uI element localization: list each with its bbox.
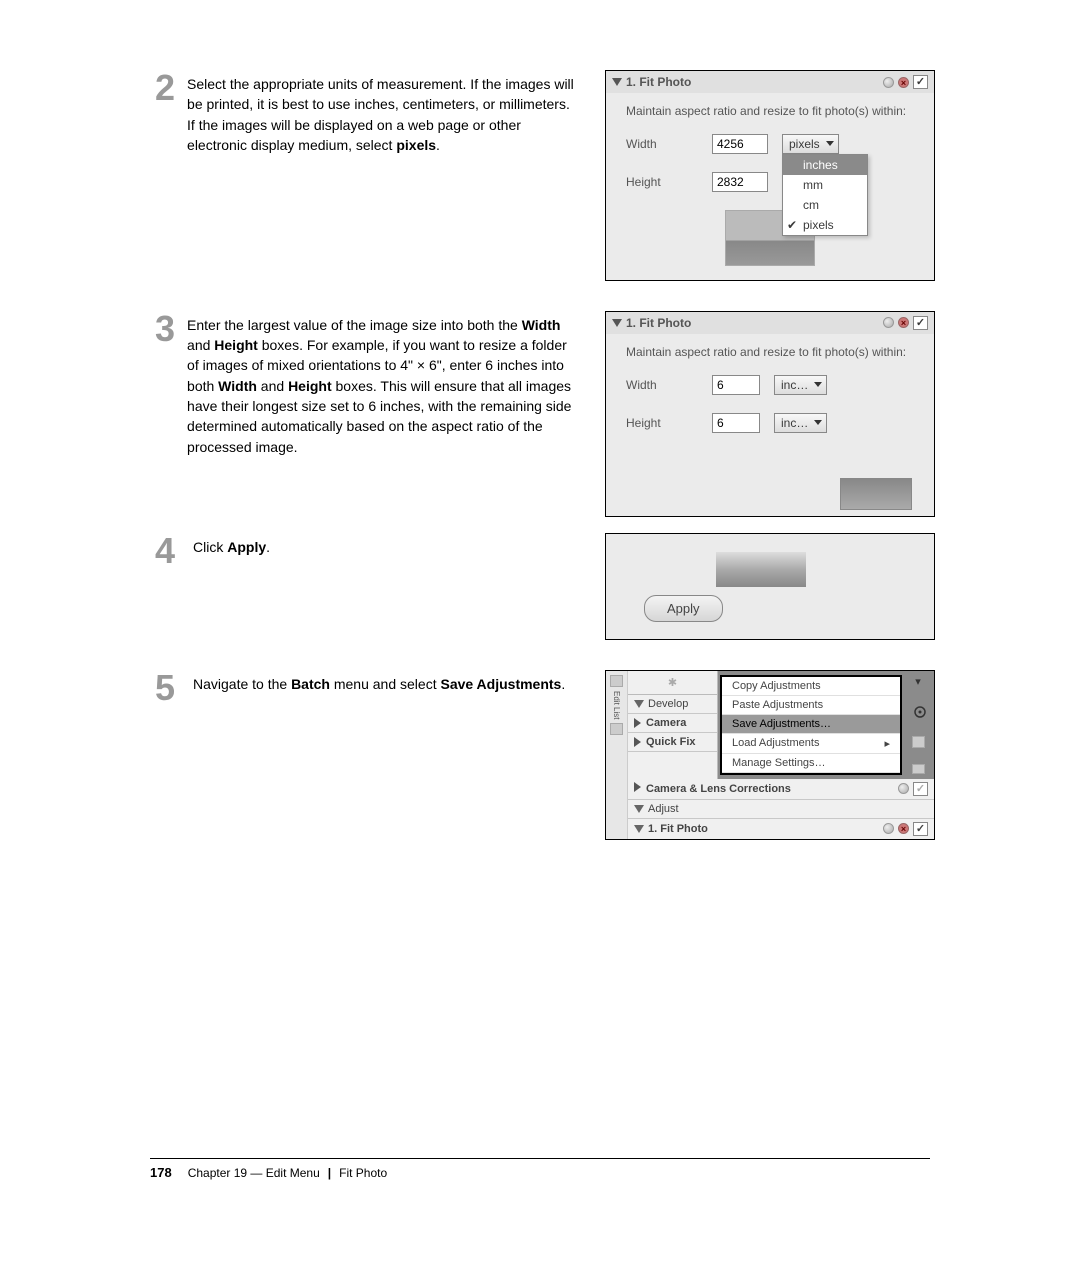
enable-checkbox[interactable]: ✓ (913, 75, 928, 89)
height-label: Height (626, 416, 712, 430)
section-label: Fit Photo (339, 1166, 387, 1180)
fit-photo-panel: 1. Fit Photo × ✓ Maintain aspect ratio a… (605, 70, 935, 281)
step-3: 3 Enter the largest value of the image s… (155, 311, 935, 517)
disclosure-triangle-icon[interactable] (612, 78, 622, 86)
sidebar-icon[interactable] (610, 675, 623, 687)
apply-button[interactable]: Apply (644, 595, 723, 622)
menu-load-adjustments[interactable]: Load Adjustments▸ (722, 734, 900, 754)
fit-photo-panel: 1. Fit Photo × ✓ Maintain aspect ratio a… (605, 311, 935, 517)
unit-dropdown[interactable]: pixels (782, 134, 839, 154)
menu-copy-adjustments[interactable]: Copy Adjustments (722, 677, 900, 696)
step-number: 2 (155, 70, 175, 106)
width-label: Width (626, 378, 712, 392)
corrections-section[interactable]: Camera & Lens Corrections ✓ (628, 779, 934, 800)
step-2: 2 Select the appropriate units of measur… (155, 70, 935, 281)
camera-section[interactable]: Camera (628, 714, 717, 733)
enable-checkbox[interactable]: ✓ (913, 316, 928, 330)
step-4: 4 Click Apply. Apply (155, 533, 935, 640)
chevron-down-icon (814, 382, 822, 387)
chapter-label: Chapter 19 — Edit Menu (188, 1166, 320, 1180)
dropdown-item-inches[interactable]: inches (783, 155, 867, 175)
step-text: Navigate to the Batch menu and select Sa… (193, 670, 565, 694)
step-number: 5 (155, 670, 181, 706)
sidebar-icon[interactable] (610, 723, 623, 735)
menu-manage-settings[interactable]: Manage Settings… (722, 754, 900, 773)
width-input[interactable] (712, 134, 768, 154)
panel-title: 1. Fit Photo (626, 75, 883, 89)
adjust-section[interactable]: Adjust (628, 800, 934, 819)
close-icon[interactable]: × (898, 823, 909, 834)
page-number: 178 (150, 1165, 172, 1180)
gear-icon[interactable] (912, 704, 928, 720)
sidebar-icons: Edit List (606, 671, 628, 839)
unit-dropdown[interactable]: inc… (774, 413, 827, 433)
panel-title: 1. Fit Photo (626, 316, 883, 330)
star-icon: ✱ (668, 676, 677, 689)
width-label: Width (626, 137, 712, 151)
dropdown-item-mm[interactable]: mm (783, 175, 867, 195)
step-text: Click Apply. (193, 533, 270, 557)
dropdown-item-pixels[interactable]: ✔pixels (783, 215, 867, 235)
preview-thumbnail (716, 552, 806, 587)
unit-dropdown-menu: inches mm cm ✔pixels (782, 154, 868, 236)
menu-paste-adjustments[interactable]: Paste Adjustments (722, 696, 900, 715)
thumb-icon (912, 736, 925, 748)
step-number: 4 (155, 533, 181, 569)
height-input[interactable] (712, 172, 768, 192)
apply-panel: Apply (605, 533, 935, 640)
close-icon[interactable]: × (898, 317, 909, 328)
develop-section[interactable]: Develop (628, 695, 717, 714)
step-5: 5 Navigate to the Batch menu and select … (155, 670, 935, 840)
height-input[interactable] (712, 413, 760, 433)
step-text: Select the appropriate units of measurem… (187, 70, 575, 155)
close-icon[interactable]: × (898, 77, 909, 88)
dropdown-arrow-icon[interactable]: ▾ (915, 675, 921, 688)
unit-dropdown[interactable]: inc… (774, 375, 827, 395)
menu-save-adjustments[interactable]: Save Adjustments… (722, 715, 900, 734)
quickfix-section[interactable]: Quick Fix (628, 733, 717, 752)
height-label: Height (626, 175, 712, 189)
batch-menu-panel: Edit List ✱ Develop (605, 670, 935, 840)
step-text: Enter the largest value of the image siz… (187, 311, 575, 457)
palette-icon[interactable] (883, 823, 894, 834)
preview-thumbnail (840, 478, 912, 510)
chevron-down-icon (826, 141, 834, 146)
panel-subtitle: Maintain aspect ratio and resize to fit … (626, 103, 914, 120)
enable-checkbox[interactable]: ✓ (913, 782, 928, 796)
width-input[interactable] (712, 375, 760, 395)
edit-list-label: Edit List (612, 691, 621, 719)
panel-subtitle: Maintain aspect ratio and resize to fit … (626, 344, 914, 361)
thumb-icon (912, 764, 925, 774)
page-footer: 178 Chapter 19 — Edit Menu | Fit Photo (150, 1158, 930, 1180)
palette-icon[interactable] (883, 317, 894, 328)
palette-icon[interactable] (883, 77, 894, 88)
palette-icon[interactable] (898, 783, 909, 794)
chevron-down-icon (814, 420, 822, 425)
disclosure-triangle-icon[interactable] (612, 319, 622, 327)
enable-checkbox[interactable]: ✓ (913, 822, 928, 836)
fit-photo-section[interactable]: 1. Fit Photo × ✓ (628, 819, 934, 839)
step-number: 3 (155, 311, 175, 347)
dropdown-item-cm[interactable]: cm (783, 195, 867, 215)
